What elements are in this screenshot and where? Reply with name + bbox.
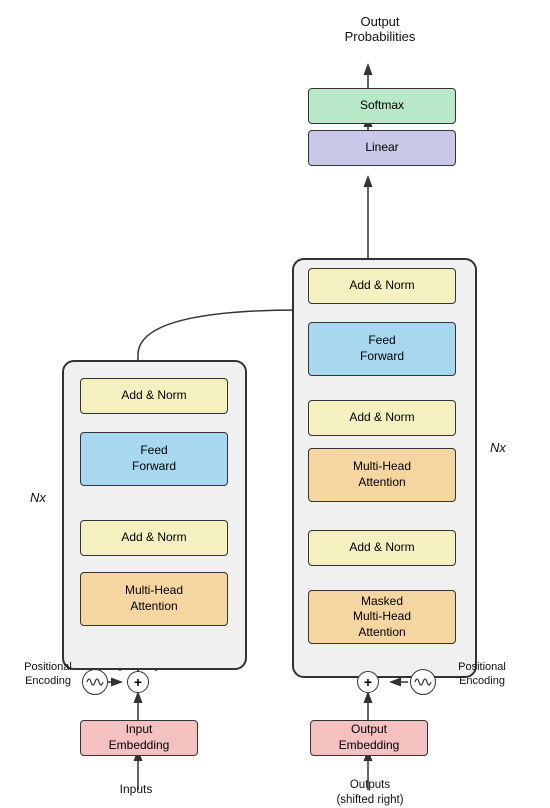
inputs-label: Inputs — [106, 782, 166, 796]
dec-mha: Multi-HeadAttention — [308, 448, 456, 502]
dec-add-norm-top: Add & Norm — [308, 268, 456, 304]
enc-add-norm-top: Add & Norm — [80, 378, 228, 414]
enc-sine-icon — [82, 669, 108, 695]
dec-positional-encoding-label: PositionalEncoding — [442, 660, 522, 689]
enc-plus-circle: + — [127, 671, 149, 693]
linear-box: Linear — [308, 130, 456, 166]
outputs-label: Outputs(shifted right) — [320, 778, 420, 808]
enc-positional-encoding-label: PositionalEncoding — [12, 660, 84, 689]
enc-mha: Multi-HeadAttention — [80, 572, 228, 626]
dec-feed-forward: FeedForward — [308, 322, 456, 376]
enc-feed-forward: FeedForward — [80, 432, 228, 486]
enc-nx-label: Nx — [30, 490, 46, 505]
dec-plus-circle: + — [357, 671, 379, 693]
enc-add-norm-bot: Add & Norm — [80, 520, 228, 556]
input-embedding: InputEmbedding — [80, 720, 198, 756]
dec-nx-label: Nx — [490, 440, 506, 455]
output-embedding: OutputEmbedding — [310, 720, 428, 756]
dec-add-norm-mid: Add & Norm — [308, 400, 456, 436]
output-probs-label: OutputProbabilities — [300, 14, 460, 44]
transformer-diagram: Add & Norm FeedForward Add & Norm Multi-… — [0, 0, 550, 808]
dec-add-norm-bot: Add & Norm — [308, 530, 456, 566]
softmax-box: Softmax — [308, 88, 456, 124]
dec-masked-mha: MaskedMulti-HeadAttention — [308, 590, 456, 644]
dec-sine-icon — [410, 669, 436, 695]
